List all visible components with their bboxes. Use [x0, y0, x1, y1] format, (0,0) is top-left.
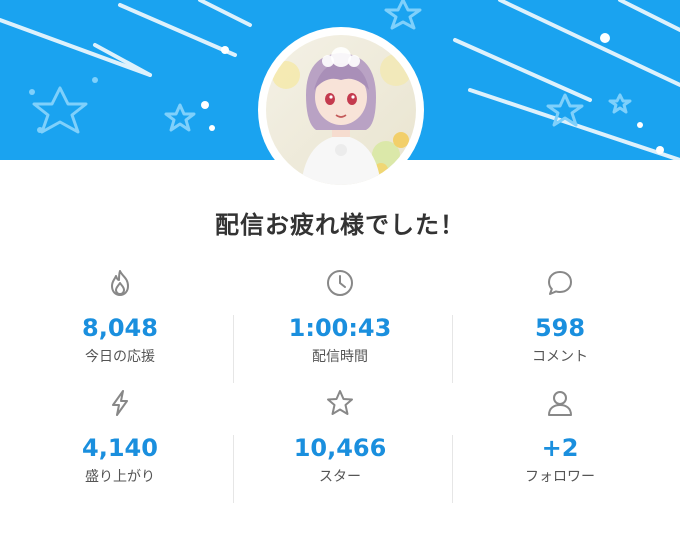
- stat-value: 8,048: [82, 314, 158, 342]
- stat-value: 1:00:43: [288, 314, 392, 342]
- stat-comments: 598 コメント: [447, 268, 673, 386]
- stat-value: 598: [534, 314, 586, 342]
- stat-value: 10,466: [293, 434, 387, 462]
- column-divider: [233, 315, 234, 383]
- star-icon: [327, 390, 353, 415]
- stat-label: 配信時間: [312, 349, 368, 365]
- avatar-image: [266, 35, 416, 185]
- column-divider: [452, 435, 453, 503]
- stats-grid: 8,048 今日の応援 1:00:43 配信時間 598 コメント 4,140 …: [0, 263, 680, 503]
- stat-value: 4,140: [82, 434, 158, 462]
- stat-label: 盛り上がり: [85, 469, 155, 485]
- lightning-icon: [112, 390, 128, 416]
- stat-stream-time: 1:00:43 配信時間: [227, 268, 453, 386]
- stat-value: +2: [541, 434, 579, 462]
- person-icon: [548, 391, 572, 416]
- clock-icon: [327, 270, 353, 296]
- stat-followers: +2 フォロワー: [447, 388, 673, 506]
- stat-label: 今日の応援: [85, 349, 155, 365]
- stat-label: コメント: [532, 349, 588, 365]
- column-divider: [452, 315, 453, 383]
- flame-icon: [111, 270, 129, 296]
- stat-label: フォロワー: [525, 469, 595, 485]
- column-divider: [233, 435, 234, 503]
- streamer-avatar[interactable]: [258, 27, 424, 193]
- stat-today-support: 8,048 今日の応援: [7, 268, 233, 386]
- stat-stars: 10,466 スター: [227, 388, 453, 506]
- comment-bubble-icon: [548, 271, 572, 295]
- stat-excitement: 4,140 盛り上がり: [7, 388, 233, 506]
- stat-label: スター: [319, 469, 361, 485]
- page-title: 配信お疲れ様でした！: [215, 211, 465, 239]
